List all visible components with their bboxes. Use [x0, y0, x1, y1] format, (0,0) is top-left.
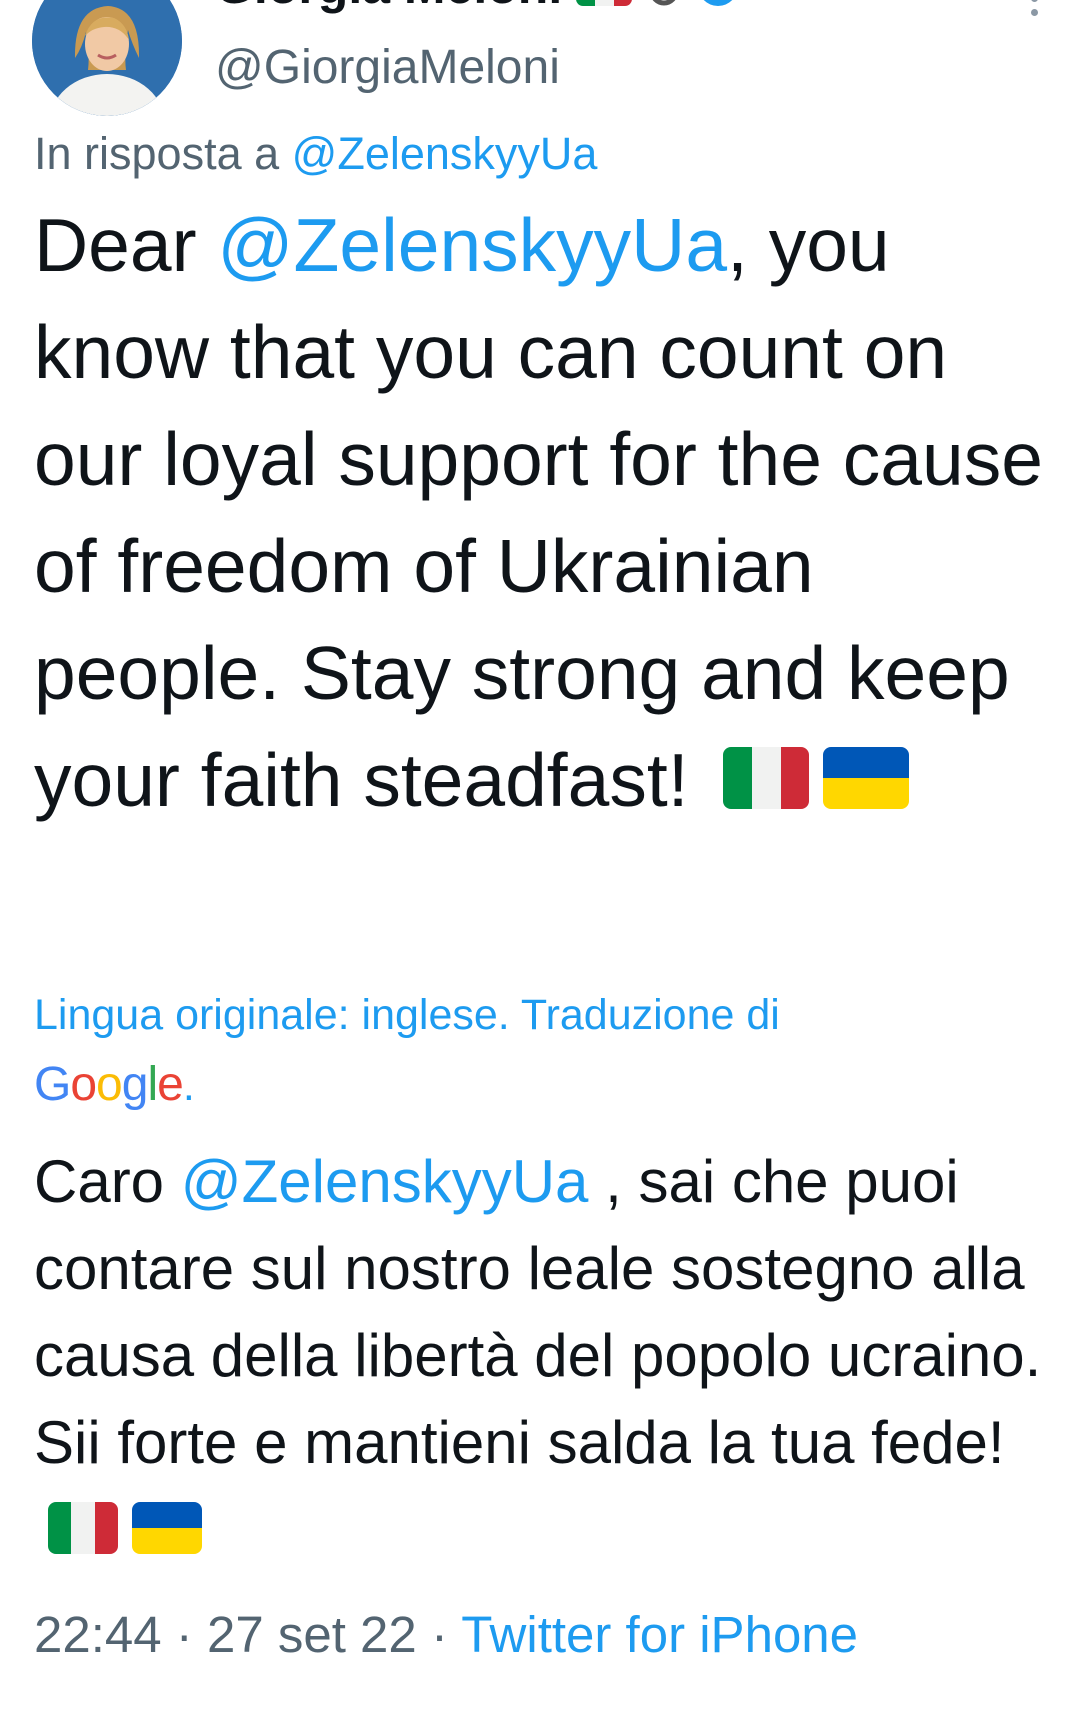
author-display-name[interactable]: Giorgia Meloni [215, 0, 562, 15]
translated-tweet-body: Caro @ZelenskyyUa , sai che puoi contare… [34, 1138, 1044, 1573]
reply-mention-link[interactable]: @ZelenskyyUa [292, 128, 598, 179]
italy-flag-icon [576, 0, 633, 6]
meta-separator: · [175, 1606, 193, 1663]
tweet-time[interactable]: 22:44 [34, 1606, 162, 1663]
translated-text-start: Caro [34, 1148, 165, 1215]
reply-context: In risposta a @ZelenskyyUa [34, 128, 597, 180]
meta-separator: · [430, 1606, 448, 1663]
author-avatar[interactable] [32, 0, 182, 116]
more-options-icon[interactable] [1024, 0, 1044, 16]
italy-flag-icon [48, 1502, 118, 1555]
translated-mention-link[interactable]: @ZelenskyyUa [181, 1148, 589, 1215]
translated-emoji-flags [48, 1502, 202, 1555]
display-name-row: Giorgia Meloni [215, 0, 740, 16]
ukraine-flag-icon [132, 1502, 202, 1555]
tweet-metadata: 22:44 · 27 set 22 · Twitter for iPhone [34, 1605, 858, 1664]
tweet-source-link[interactable]: Twitter for iPhone [461, 1606, 858, 1663]
google-logo: Google [34, 1058, 184, 1111]
avatar-photo [32, 0, 182, 116]
author-handle[interactable]: @GiorgiaMeloni [215, 40, 560, 95]
translation-attribution: Lingua originale: inglese. Traduzione di… [34, 980, 1044, 1121]
tweet-mention-link[interactable]: @ZelenskyyUa [217, 203, 727, 287]
tweet-text-rest: , you know that you can count on our loy… [34, 203, 1043, 822]
ukraine-flag-icon [823, 747, 910, 810]
italy-flag-icon [723, 747, 810, 810]
tweet-date[interactable]: 27 set 22 [207, 1606, 417, 1663]
tweet-text-start: Dear [34, 203, 197, 287]
verified-badge-icon [703, 0, 733, 6]
tweet-body: Dear @ZelenskyyUa, you know that you can… [34, 192, 1044, 834]
translation-provider-suffix: . [182, 1062, 195, 1110]
reply-prefix: In risposta a [34, 128, 280, 179]
ring-emoji-icon [652, 0, 676, 6]
translation-label[interactable]: Lingua originale: inglese. Traduzione di [34, 991, 780, 1039]
tweet-emoji-flags [723, 747, 910, 810]
